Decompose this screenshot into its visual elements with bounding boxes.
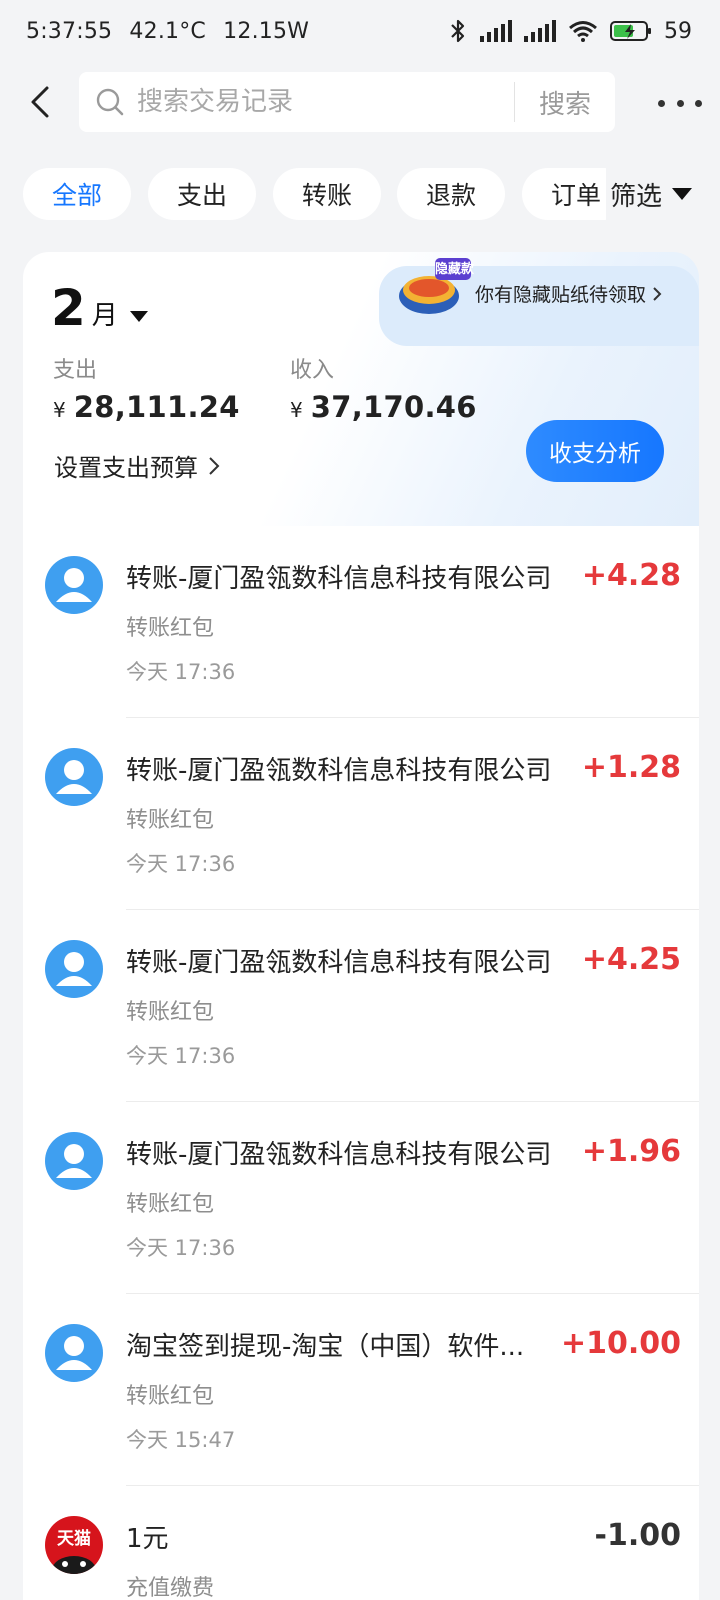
transaction-category: 充值缴费 bbox=[126, 1576, 215, 1600]
analysis-button[interactable]: 收支分析 bbox=[526, 420, 664, 482]
transaction-title: 转账-厦门盈瓴数科信息科技有限公司 bbox=[126, 564, 552, 594]
filter-label: 筛选 bbox=[610, 181, 663, 212]
transaction-time: 今天 17:36 bbox=[126, 852, 236, 876]
transaction-title: 淘宝签到提现-淘宝（中国）软件... bbox=[126, 1332, 525, 1362]
transaction-amount: +4.25 bbox=[581, 942, 681, 977]
income-label: 收入 bbox=[290, 358, 335, 383]
expense-label: 支出 bbox=[53, 358, 98, 383]
avatar bbox=[45, 1324, 103, 1382]
avatar bbox=[45, 940, 103, 998]
battery-percent: 59 bbox=[664, 18, 692, 44]
transaction-time: 今天 17:36 bbox=[126, 1044, 236, 1068]
income-stat: 收入 ¥ 37,170.46 bbox=[290, 352, 477, 424]
expense-stat: 支出 ¥ 28,111.24 bbox=[53, 352, 240, 424]
transaction-category: 转账红包 bbox=[126, 808, 215, 833]
more-dot bbox=[676, 99, 684, 107]
header: 搜索 bbox=[0, 70, 720, 134]
user-icon bbox=[56, 952, 92, 986]
month-picker[interactable]: 2 月 bbox=[51, 282, 148, 334]
transaction-list[interactable]: 转账-厦门盈瓴数科信息科技有限公司 转账红包 今天 17:36 +4.28 转账… bbox=[23, 526, 699, 1600]
expense-value-row: ¥ 28,111.24 bbox=[53, 390, 240, 424]
wifi-icon bbox=[569, 21, 597, 42]
user-icon bbox=[56, 1144, 92, 1178]
filter-chip-order[interactable]: 订单 bbox=[522, 168, 606, 220]
transaction-row[interactable]: 转账-厦门盈瓴数科信息科技有限公司 转账红包 今天 17:36 +1.28 bbox=[23, 718, 699, 910]
transaction-category: 转账红包 bbox=[126, 1000, 215, 1025]
search-icon bbox=[93, 85, 127, 119]
transaction-title: 转账-厦门盈瓴数科信息科技有限公司 bbox=[126, 948, 552, 978]
filter-chip-transfer[interactable]: 转账 bbox=[273, 168, 381, 220]
signal-icon bbox=[480, 20, 512, 42]
currency-symbol: ¥ bbox=[290, 398, 303, 422]
currency-symbol: ¥ bbox=[53, 398, 66, 422]
tmall-cat-icon bbox=[52, 1556, 96, 1574]
search-button[interactable]: 搜索 bbox=[515, 84, 615, 121]
transaction-category: 转账红包 bbox=[126, 1384, 215, 1409]
income-value-row: ¥ 37,170.46 bbox=[290, 390, 477, 424]
transaction-row[interactable]: 转账-厦门盈瓴数科信息科技有限公司 转账红包 今天 17:36 +1.96 bbox=[23, 1102, 699, 1294]
caret-down-icon bbox=[129, 311, 148, 322]
back-button[interactable] bbox=[20, 82, 60, 122]
income-amount: 37,170.46 bbox=[310, 390, 477, 424]
transaction-amount: +4.28 bbox=[581, 558, 681, 593]
expense-amount: 28,111.24 bbox=[73, 390, 240, 424]
transaction-time: 今天 17:36 bbox=[126, 660, 236, 684]
filter-chip-refund[interactable]: 退款 bbox=[397, 168, 505, 220]
user-icon bbox=[56, 760, 92, 794]
status-power: 12.15W bbox=[223, 18, 310, 44]
chevron-right-icon bbox=[209, 456, 220, 475]
transaction-time: 今天 17:36 bbox=[126, 1236, 236, 1260]
transaction-time: 今天 15:47 bbox=[126, 1428, 236, 1452]
user-icon bbox=[56, 568, 92, 602]
transaction-amount: +1.96 bbox=[581, 1134, 681, 1169]
transaction-title: 转账-厦门盈瓴数科信息科技有限公司 bbox=[126, 1140, 552, 1170]
status-right: 59 bbox=[448, 18, 692, 44]
bluetooth-icon bbox=[451, 19, 465, 43]
battery-charging-icon bbox=[610, 21, 651, 41]
back-arrow-icon bbox=[31, 86, 49, 118]
transaction-title: 转账-厦门盈瓴数科信息科技有限公司 bbox=[126, 756, 552, 786]
tmall-avatar: 天猫 bbox=[45, 1516, 103, 1574]
status-bar: 5:37:55 42.1°C 12.15W 59 bbox=[0, 0, 720, 62]
filter-chip-all[interactable]: 全部 bbox=[23, 168, 131, 220]
more-dot bbox=[695, 99, 702, 107]
transaction-amount: +10.00 bbox=[560, 1326, 681, 1361]
transaction-row[interactable]: 转账-厦门盈瓴数科信息科技有限公司 转账红包 今天 17:36 +4.28 bbox=[23, 526, 699, 718]
signal-icon bbox=[524, 20, 556, 42]
filter-bar: 全部 支出 转账 退款 订单 筛选 bbox=[0, 168, 720, 222]
month-summary-card: 隐藏款 你有隐藏贴纸待领取 2 月 支出 ¥ 28,111.24 收入 ¥ 37… bbox=[23, 252, 699, 526]
filter-chip-expense[interactable]: 支出 bbox=[148, 168, 256, 220]
transaction-row[interactable]: 天猫 1元 充值缴费 -1.00 bbox=[23, 1486, 699, 1600]
user-icon bbox=[56, 1336, 92, 1370]
transaction-title: 1元 bbox=[126, 1524, 169, 1554]
set-budget-link[interactable]: 设置支出预算 bbox=[54, 448, 220, 483]
avatar bbox=[45, 556, 103, 614]
more-dot bbox=[658, 99, 665, 107]
transaction-category: 转账红包 bbox=[126, 1192, 215, 1217]
caret-down-icon bbox=[672, 188, 693, 200]
status-temperature: 42.1°C bbox=[129, 18, 206, 44]
summary-body: 2 月 支出 ¥ 28,111.24 收入 ¥ 37,170.46 设置支出预算… bbox=[23, 252, 699, 482]
status-time: 5:37:55 bbox=[26, 18, 113, 44]
avatar bbox=[45, 1132, 103, 1190]
transaction-category: 转账红包 bbox=[126, 616, 215, 641]
more-options-button[interactable] bbox=[658, 88, 702, 118]
month-unit: 月 bbox=[91, 301, 118, 331]
filter-button[interactable]: 筛选 bbox=[608, 168, 693, 220]
search-input[interactable] bbox=[137, 72, 514, 132]
avatar bbox=[45, 748, 103, 806]
transaction-row[interactable]: 转账-厦门盈瓴数科信息科技有限公司 转账红包 今天 17:36 +4.25 bbox=[23, 910, 699, 1102]
transaction-row[interactable]: 淘宝签到提现-淘宝（中国）软件... 转账红包 今天 15:47 +10.00 bbox=[23, 1294, 699, 1486]
budget-label: 设置支出预算 bbox=[54, 454, 198, 482]
filter-chip-scroller[interactable]: 全部 支出 转账 退款 订单 bbox=[0, 168, 606, 222]
transaction-amount: +1.28 bbox=[581, 750, 681, 785]
search-box[interactable]: 搜索 bbox=[79, 72, 615, 132]
transaction-amount: -1.00 bbox=[594, 1518, 681, 1553]
month-number: 2 bbox=[51, 279, 86, 337]
status-left: 5:37:55 42.1°C 12.15W bbox=[26, 19, 448, 44]
